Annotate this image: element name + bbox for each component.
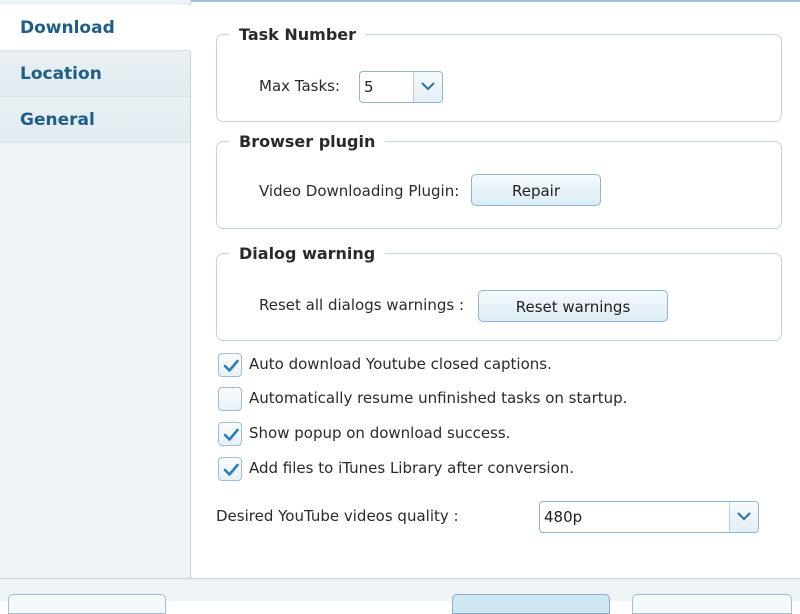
dialog-warning-group: Dialog warning Reset all dialogs warning…	[216, 239, 782, 341]
cancel-button[interactable]	[632, 594, 792, 614]
checkmark-icon	[223, 463, 239, 476]
sidebar-item-download[interactable]: Download	[0, 5, 191, 51]
bottom-bar	[0, 578, 800, 614]
checkbox-label[interactable]: Add files to iTunes Library after conver…	[249, 459, 574, 477]
checkbox-label[interactable]: Auto download Youtube closed captions.	[249, 355, 552, 373]
ok-button[interactable]	[452, 594, 610, 614]
chevron-down-icon[interactable]	[729, 502, 758, 532]
quality-label: Desired YouTube videos quality :	[216, 507, 459, 525]
max-tasks-label: Max Tasks:	[259, 77, 341, 95]
checkmark-icon	[223, 428, 239, 441]
checkbox-label[interactable]: Automatically resume unfinished tasks on…	[249, 389, 627, 407]
checkmark-icon	[223, 359, 239, 372]
bottom-left-button[interactable]	[8, 594, 166, 614]
settings-sidebar: Download Location General	[0, 0, 191, 578]
sidebar-item-location[interactable]: Location	[0, 51, 190, 97]
sidebar-item-label: Download	[20, 18, 115, 38]
max-tasks-value: 5	[364, 78, 374, 96]
task-number-group: Task Number Max Tasks: 5	[216, 20, 782, 122]
checkbox[interactable]	[218, 387, 242, 411]
quality-value: 480p	[544, 508, 583, 526]
max-tasks-select[interactable]: 5	[359, 71, 443, 103]
browser-plugin-title: Browser plugin	[229, 127, 386, 157]
quality-select[interactable]: 480p	[539, 501, 759, 533]
checkbox[interactable]	[218, 422, 242, 446]
repair-button[interactable]: Repair	[471, 174, 601, 206]
plugin-label: Video Downloading Plugin:	[259, 182, 460, 200]
task-number-title: Task Number	[229, 20, 367, 50]
checkbox[interactable]	[218, 457, 242, 481]
sidebar-item-label: Location	[20, 64, 102, 84]
chevron-down-icon[interactable]	[413, 72, 442, 102]
reset-warnings-label: Reset all dialogs warnings :	[259, 296, 464, 314]
sidebar-item-label: General	[20, 110, 95, 130]
sidebar-item-general[interactable]: General	[0, 97, 190, 143]
dialog-warning-title: Dialog warning	[229, 239, 386, 269]
checkbox-label[interactable]: Show popup on download success.	[249, 424, 510, 442]
browser-plugin-group: Browser plugin Video Downloading Plugin:…	[216, 127, 782, 229]
checkbox[interactable]	[218, 353, 242, 377]
reset-warnings-button[interactable]: Reset warnings	[478, 290, 668, 322]
